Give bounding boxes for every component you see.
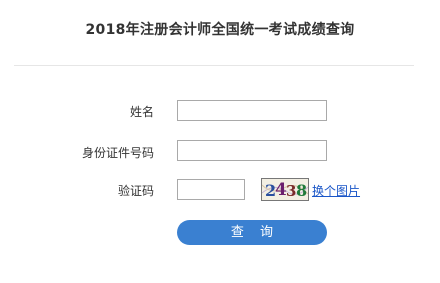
- captcha-input[interactable]: [177, 179, 245, 200]
- id-number-label: 身份证件号码: [81, 146, 154, 160]
- title-divider: [14, 65, 414, 66]
- captcha-label: 验证码: [117, 184, 154, 198]
- captcha-graphic: 2 4 3 8: [262, 179, 308, 200]
- captcha-char-4: 8: [296, 181, 307, 200]
- name-input[interactable]: [177, 100, 327, 121]
- page-title: 2018年注册会计师全国统一考试成绩查询: [85, 22, 355, 38]
- name-label: 姓名: [129, 105, 154, 119]
- captcha-char-3: 3: [286, 182, 296, 200]
- query-button[interactable]: 查 询: [177, 220, 327, 245]
- captcha-image[interactable]: 2 4 3 8: [261, 178, 309, 201]
- id-number-input[interactable]: [177, 140, 327, 161]
- score-query-page: 2018年注册会计师全国统一考试成绩查询 姓名 身份证件号码 验证码 2 4 3…: [0, 0, 440, 283]
- change-image-link[interactable]: 换个图片: [312, 182, 360, 199]
